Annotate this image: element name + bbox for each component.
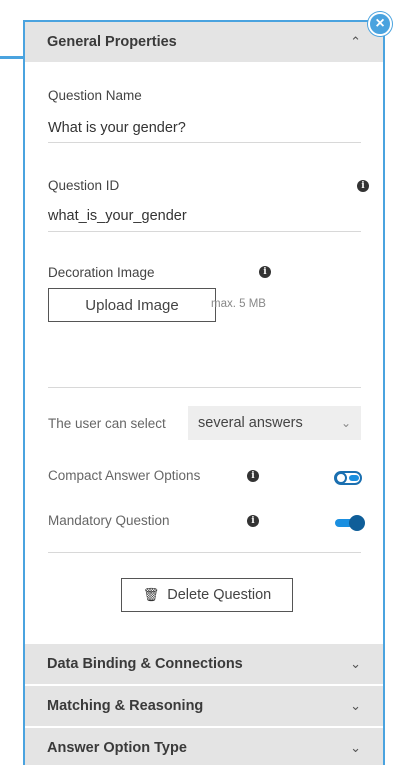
question-id-label: Question ID xyxy=(48,178,120,193)
section-title: Matching & Reasoning xyxy=(47,698,204,714)
info-icon[interactable]: i xyxy=(357,180,369,192)
answers-select[interactable]: several answers ⌄ xyxy=(188,406,361,440)
info-icon[interactable]: i xyxy=(247,515,259,527)
question-id-input[interactable]: what_is_your_gender xyxy=(48,208,187,224)
mandatory-label: Mandatory Question xyxy=(48,513,170,528)
trash-icon: 🗑 xyxy=(142,587,160,602)
section-data-binding[interactable]: Data Binding & Connections ⌄ xyxy=(25,644,383,684)
section-title: General Properties xyxy=(47,34,177,50)
close-icon[interactable]: × xyxy=(368,12,392,36)
section-title: Data Binding & Connections xyxy=(47,656,243,672)
mandatory-toggle[interactable] xyxy=(335,515,365,531)
connector-line xyxy=(0,56,24,59)
max-size-note: max. 5 MB xyxy=(211,298,266,310)
toggle-knob xyxy=(349,515,365,531)
chevron-down-icon: ⌄ xyxy=(350,656,361,671)
chevron-down-icon: ⌄ xyxy=(350,698,361,713)
divider xyxy=(48,552,361,553)
properties-panel: General Properties ⌃ Question Name What … xyxy=(23,20,385,765)
divider xyxy=(48,231,361,232)
compact-options-label: Compact Answer Options xyxy=(48,468,201,483)
section-matching[interactable]: Matching & Reasoning ⌄ xyxy=(25,686,383,726)
properties-stage: × General Properties ⌃ Question Name Wha… xyxy=(0,0,395,765)
question-name-input[interactable]: What is your gender? xyxy=(48,120,186,136)
chevron-up-icon: ⌃ xyxy=(350,34,361,49)
user-select-label: The user can select xyxy=(48,416,166,431)
section-general-properties[interactable]: General Properties ⌃ xyxy=(25,22,383,62)
toggle-track xyxy=(349,475,359,481)
delete-question-button[interactable]: 🗑 Delete Question xyxy=(121,578,293,612)
chevron-down-icon: ⌄ xyxy=(350,740,361,755)
question-name-label: Question Name xyxy=(48,88,142,103)
section-answer-option-type[interactable]: Answer Option Type ⌄ xyxy=(25,728,383,765)
delete-label: Delete Question xyxy=(167,587,272,603)
info-icon[interactable]: i xyxy=(259,266,271,278)
chevron-down-icon: ⌄ xyxy=(340,416,351,430)
toggle-knob xyxy=(335,472,347,484)
decoration-image-label: Decoration Image xyxy=(48,265,155,280)
upload-image-button[interactable]: Upload Image xyxy=(48,288,216,322)
divider xyxy=(48,387,361,388)
select-value: several answers xyxy=(198,415,303,431)
info-icon[interactable]: i xyxy=(247,470,259,482)
section-title: Answer Option Type xyxy=(47,740,187,756)
compact-options-toggle[interactable] xyxy=(334,471,362,485)
divider xyxy=(48,142,361,143)
